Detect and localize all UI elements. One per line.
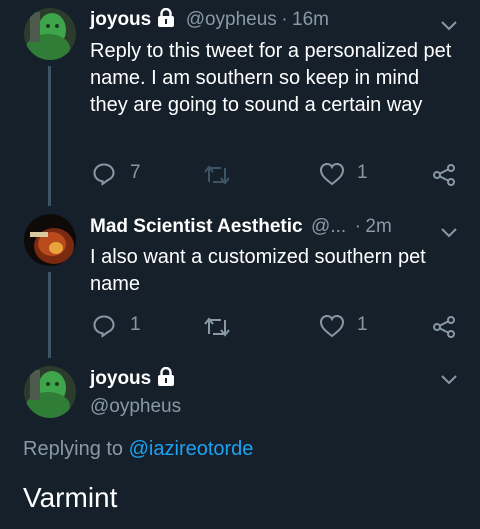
chevron-down-icon[interactable]: [441, 18, 457, 31]
like-button[interactable]: 1: [319, 162, 368, 191]
retweet-button[interactable]: [203, 316, 231, 343]
thread-line: [48, 272, 51, 358]
lock-icon: [157, 366, 175, 391]
reply-icon: [93, 315, 115, 338]
avatar-image: [24, 366, 76, 418]
replying-to: Replying to @iazireotorde: [23, 438, 253, 461]
avatar-image: [24, 8, 76, 60]
user-handle[interactable]: @...: [311, 216, 346, 237]
reply-count: 7: [130, 162, 141, 183]
display-name[interactable]: Mad Scientist Aesthetic: [90, 216, 303, 237]
display-name[interactable]: joyous: [90, 368, 151, 389]
like-count: 1: [357, 162, 368, 183]
reply-button[interactable]: 7: [92, 162, 141, 191]
like-count: 1: [357, 314, 368, 335]
share-button[interactable]: [432, 315, 456, 344]
like-button[interactable]: 1: [319, 314, 368, 343]
chevron-down-icon[interactable]: [441, 225, 457, 238]
avatar[interactable]: [24, 214, 76, 266]
tweet-text: Reply to this tweet for a personalized p…: [90, 40, 452, 116]
separator-dot: ·: [354, 216, 361, 237]
lock-icon: [157, 7, 175, 32]
share-button[interactable]: [432, 163, 456, 192]
separator-dot: ·: [281, 9, 288, 30]
thread-line: [48, 66, 51, 206]
retweet-icon: [204, 165, 230, 185]
replying-to-label: Replying to: [23, 438, 124, 460]
main-tweet-name-row: joyous: [90, 366, 175, 391]
share-icon: [433, 316, 455, 338]
user-handle[interactable]: @oypheus: [186, 9, 277, 30]
reply-count: 1: [130, 314, 141, 335]
retweet-button[interactable]: [203, 164, 231, 191]
timestamp[interactable]: 16m: [292, 9, 329, 30]
tweet-header: joyous @oypheus · 16m: [90, 7, 329, 32]
share-icon: [433, 164, 455, 186]
retweet-icon: [204, 317, 230, 337]
tweet-header: Mad Scientist Aesthetic @... · 2m: [90, 216, 392, 238]
reply-button[interactable]: 1: [92, 314, 141, 343]
user-handle[interactable]: @oypheus: [90, 396, 181, 418]
avatar[interactable]: [24, 366, 76, 418]
like-icon: [319, 162, 345, 186]
tweet-text: Varmint: [23, 482, 118, 513]
display-name[interactable]: joyous: [90, 9, 151, 30]
timestamp[interactable]: 2m: [365, 216, 391, 237]
tweet-text: I also want a customized southern pet na…: [90, 246, 426, 295]
avatar[interactable]: [24, 8, 76, 60]
like-icon: [319, 314, 345, 338]
replying-to-handle[interactable]: @iazireotorde: [129, 438, 254, 460]
avatar-image: [24, 214, 76, 266]
reply-icon: [93, 163, 115, 186]
chevron-down-icon[interactable]: [441, 372, 457, 385]
